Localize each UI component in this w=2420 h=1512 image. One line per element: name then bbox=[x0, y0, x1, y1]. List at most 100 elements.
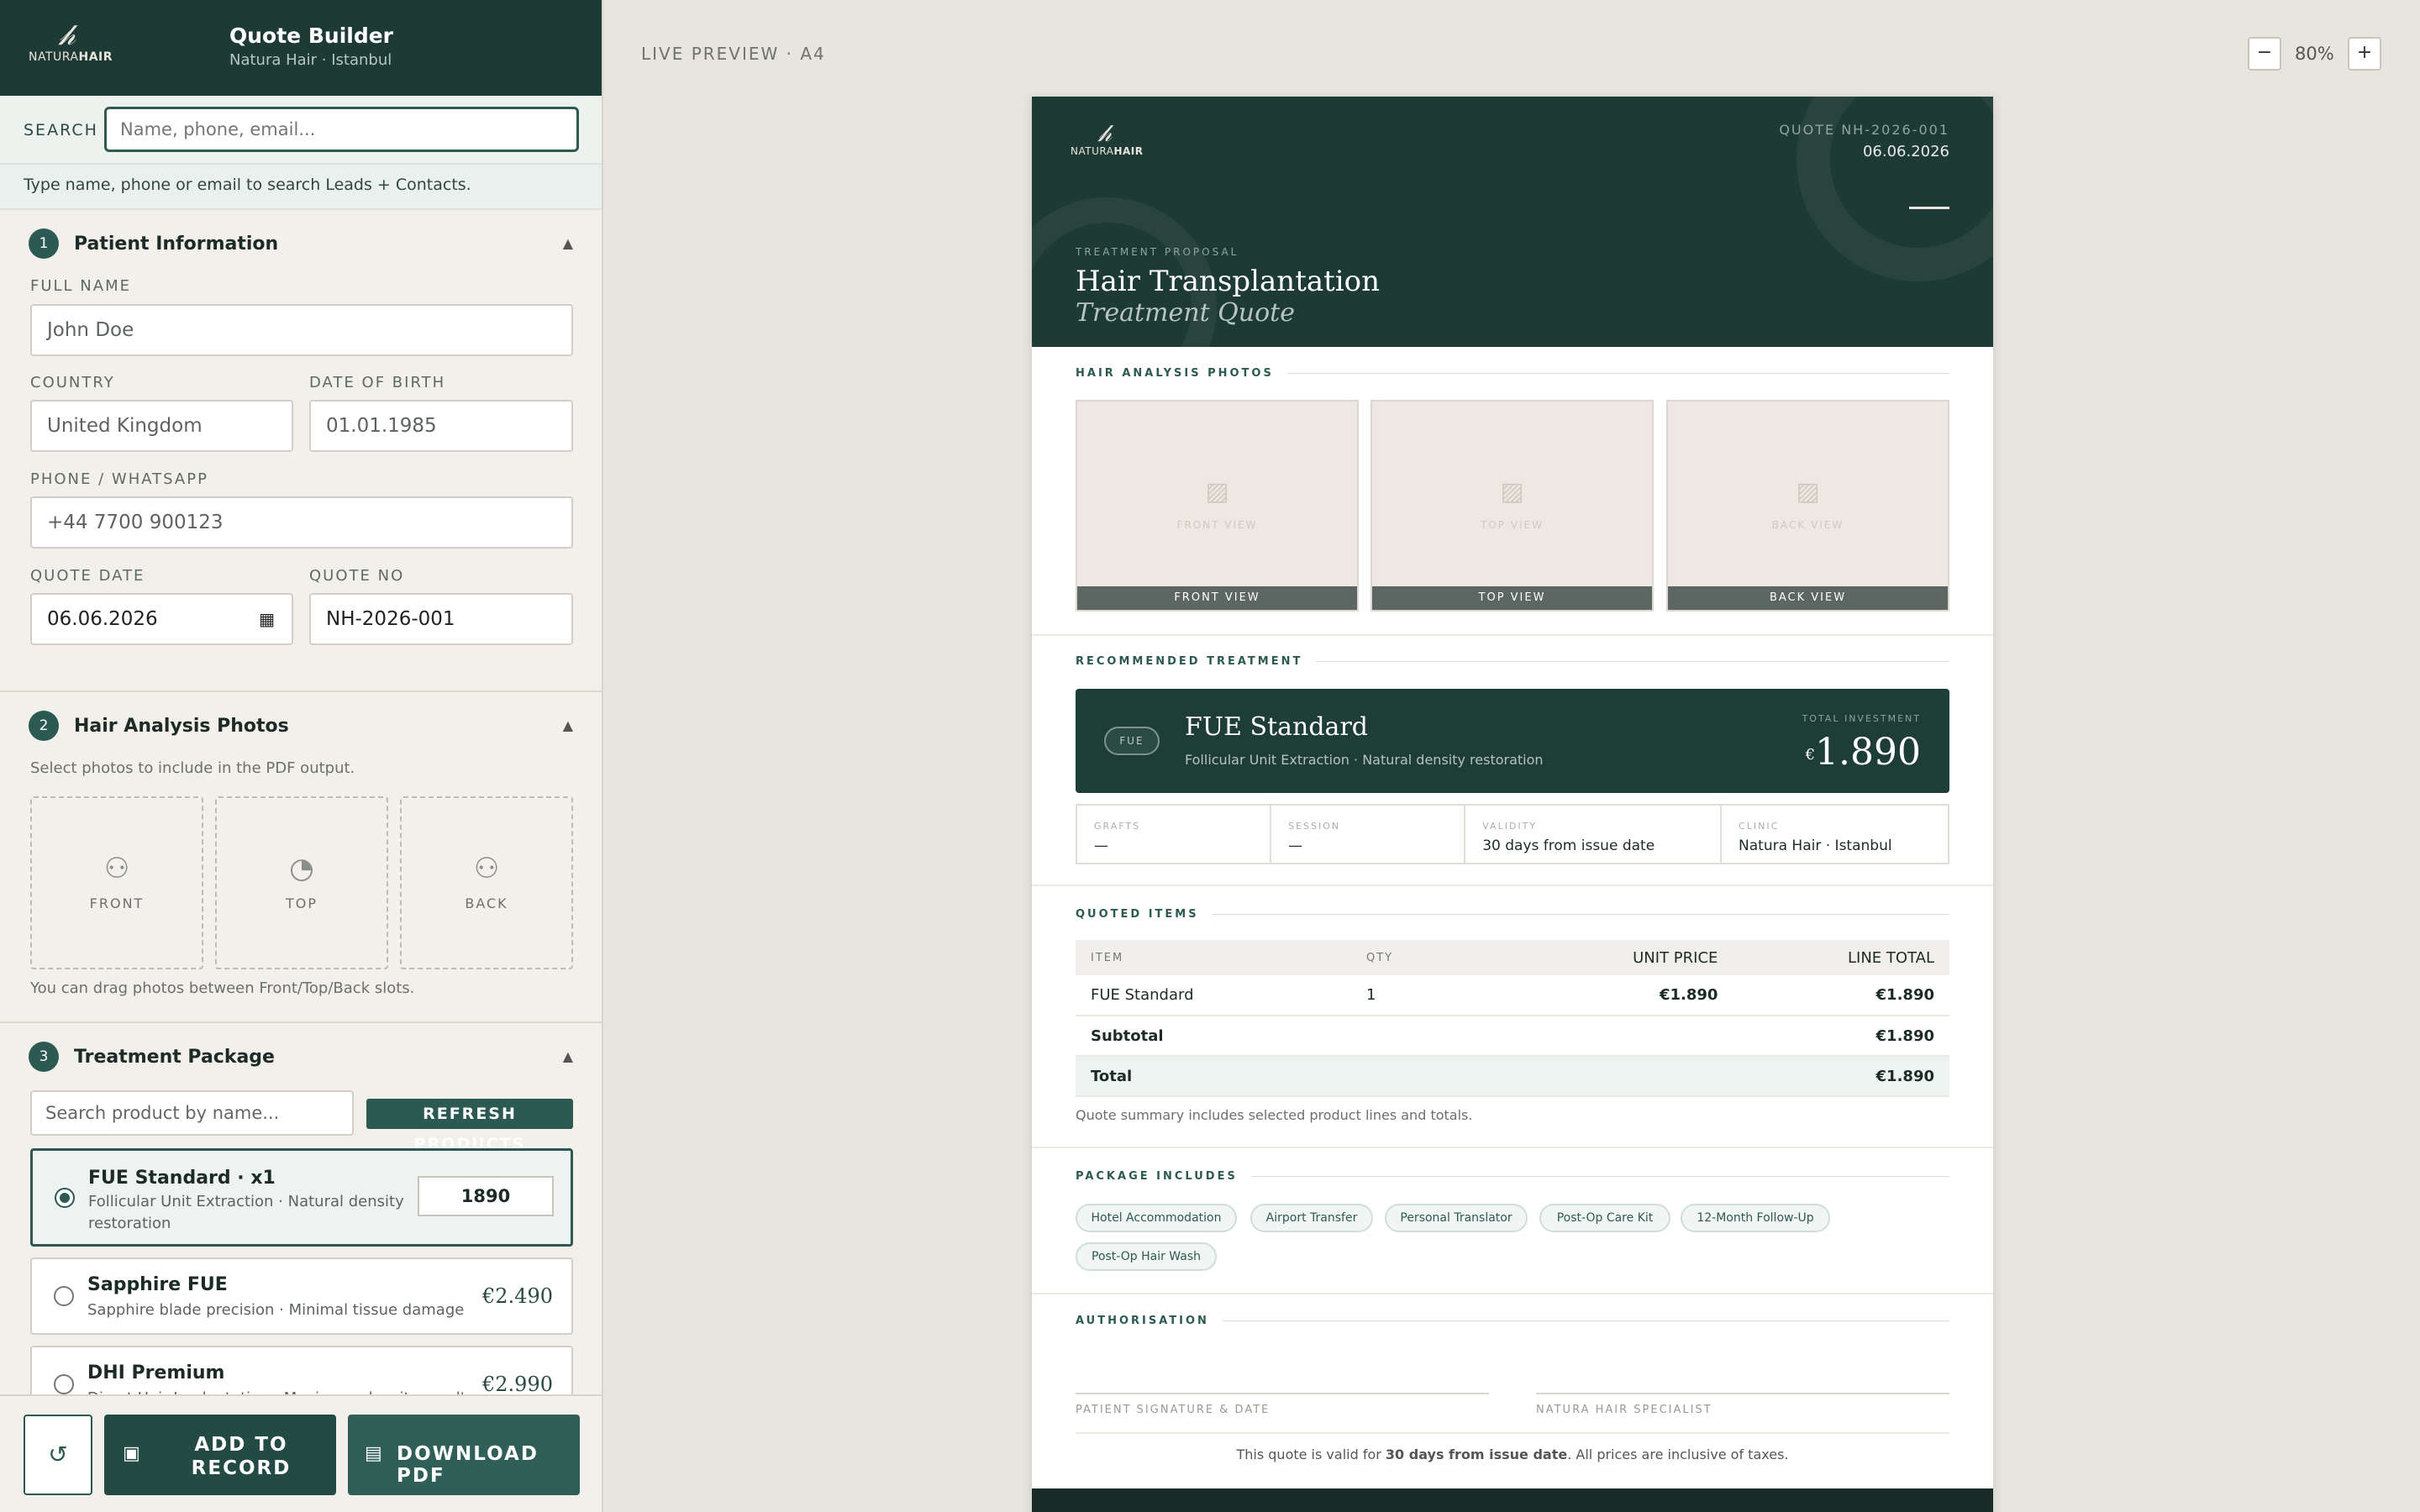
total-investment-value: €1.890 bbox=[1805, 731, 1921, 774]
photos-note: You can drag photos between Front/Top/Ba… bbox=[30, 979, 415, 997]
image-placeholder-icon: ▨ bbox=[1796, 477, 1820, 507]
dob-field[interactable]: 01.01.1985 bbox=[309, 400, 573, 452]
recommended-treatment-card: FUE FUE Standard Follicular Unit Extract… bbox=[1076, 689, 1949, 793]
search-hint: Type name, phone or email to search Lead… bbox=[0, 165, 602, 210]
search-label: SEARCH bbox=[24, 121, 98, 139]
divider bbox=[1032, 1147, 1993, 1148]
include-chip: Post-Op Care Kit bbox=[1539, 1204, 1670, 1232]
document-subtitle: Treatment Quote bbox=[1076, 298, 1295, 328]
treatment-description: Follicular Unit Extraction · Natural den… bbox=[1185, 752, 1544, 768]
treatment-meta: GRAFTS — SESSION — VALIDITY 30 days from is… bbox=[1076, 804, 1949, 864]
photos-description: Select photos to include in the PDF outp… bbox=[30, 759, 355, 777]
meta-session: SESSION — bbox=[1271, 806, 1466, 863]
include-chip: 12-Month Follow-Up bbox=[1681, 1204, 1830, 1232]
photo-slot-back[interactable]: ⚇ BACK bbox=[400, 796, 573, 969]
image-placeholder-icon: ▨ bbox=[1500, 477, 1524, 507]
quoted-items-table: ITEM QTY UNIT PRICE LINE TOTAL FUE Stand… bbox=[1076, 940, 1949, 1097]
specialist-signature-label: NATURA HAIR SPECIALIST bbox=[1536, 1404, 1712, 1416]
photo-slot-top[interactable]: ◔ TOP bbox=[215, 796, 388, 969]
document-title: Hair Transplantation bbox=[1076, 265, 1381, 298]
quote-date-field[interactable]: 06.06.2026 ▦ bbox=[30, 593, 293, 645]
save-icon: ▣ bbox=[123, 1443, 142, 1464]
photo-top-view: ▨ TOP VIEW TOP VIEW bbox=[1370, 400, 1654, 612]
phone-label: PHONE / WHATSAPP bbox=[30, 470, 208, 488]
photos-heading: HAIR ANALYSIS PHOTOS bbox=[1076, 367, 1949, 380]
document-icon: ▤ bbox=[365, 1443, 384, 1464]
full-name-label: FULL NAME bbox=[30, 277, 131, 295]
section-title: Patient Information bbox=[74, 233, 279, 255]
add-to-record-button[interactable]: ▣ ADD TO RECORD bbox=[104, 1415, 336, 1495]
product-search-input[interactable]: Search product by name... bbox=[30, 1090, 354, 1136]
brand-logo: 𝒽 NATURAHAIR bbox=[29, 18, 113, 64]
price-input[interactable]: 1890 bbox=[418, 1176, 554, 1216]
collapse-caret-icon[interactable]: ▲ bbox=[563, 235, 573, 251]
search-input[interactable] bbox=[104, 107, 579, 152]
divider bbox=[1076, 1432, 1949, 1434]
patient-signature-label: PATIENT SIGNATURE & DATE bbox=[1076, 1404, 1270, 1416]
treatment-name: FUE Standard bbox=[1185, 712, 1368, 742]
document-footer bbox=[1032, 1488, 1993, 1512]
panel-header: 𝒽 NATURAHAIR Quote Builder Natura Hair ·… bbox=[0, 0, 602, 96]
reset-button[interactable]: ↺ bbox=[24, 1415, 92, 1495]
table-row: FUE Standard 1 €1.890 €1.890 bbox=[1076, 975, 1949, 1016]
include-chip: Hotel Accommodation bbox=[1076, 1204, 1237, 1232]
full-name-field[interactable]: John Doe bbox=[30, 304, 573, 356]
dob-label: DATE OF BIRTH bbox=[309, 374, 446, 391]
product-option[interactable]: Sapphire FUE Sapphire blade precision · … bbox=[30, 1257, 573, 1335]
section-title: Hair Analysis Photos bbox=[74, 715, 289, 737]
zoom-in-button[interactable]: + bbox=[2348, 37, 2381, 71]
include-chip: Airport Transfer bbox=[1250, 1204, 1373, 1232]
zoom-level: 80% bbox=[2295, 44, 2334, 64]
radio-unselected[interactable] bbox=[54, 1286, 74, 1306]
action-bar: ↺ ▣ ADD TO RECORD ▤ DOWNLOAD PDF bbox=[0, 1394, 602, 1512]
download-pdf-button[interactable]: ▤ DOWNLOAD PDF bbox=[348, 1415, 580, 1495]
eyebrow: TREATMENT PROPOSAL bbox=[1076, 246, 1239, 258]
step-number: 3 bbox=[29, 1042, 59, 1072]
meta-grafts: GRAFTS — bbox=[1077, 806, 1272, 863]
image-placeholder-icon: ▨ bbox=[1205, 477, 1229, 507]
photo-front-view: ▨ FRONT VIEW FRONT VIEW bbox=[1076, 400, 1359, 612]
radio-unselected[interactable] bbox=[54, 1374, 74, 1394]
meta-validity: VALIDITY 30 days from issue date bbox=[1465, 806, 1723, 863]
include-chip: Personal Translator bbox=[1385, 1204, 1528, 1232]
search-bar: SEARCH bbox=[0, 96, 602, 165]
radio-selected[interactable] bbox=[55, 1188, 75, 1208]
quote-builder-panel: 𝒽 NATURAHAIR Quote Builder Natura Hair ·… bbox=[0, 0, 603, 1512]
items-heading: QUOTED ITEMS bbox=[1076, 908, 1949, 921]
total-investment-label: TOTAL INVESTMENT bbox=[1802, 713, 1921, 724]
treatment-badge: FUE bbox=[1104, 727, 1160, 755]
quote-date-label: QUOTE DATE bbox=[30, 567, 145, 585]
step-number: 2 bbox=[29, 711, 59, 741]
refresh-products-button[interactable]: REFRESH PRODUCTS bbox=[366, 1099, 573, 1153]
collapse-caret-icon[interactable]: ▲ bbox=[563, 1048, 573, 1064]
panel-subtitle: Natura Hair · Istanbul bbox=[229, 51, 392, 69]
authorisation-heading: AUTHORISATION bbox=[1076, 1315, 1949, 1327]
document-logo: 𝒽 NATURAHAIR bbox=[1071, 119, 1144, 158]
clock-icon: ◔ bbox=[289, 852, 314, 885]
divider bbox=[1032, 885, 1993, 886]
includes-heading: PACKAGE INCLUDES bbox=[1076, 1170, 1949, 1183]
phone-field[interactable]: +44 7700 900123 bbox=[30, 496, 573, 549]
recommended-heading: RECOMMENDED TREATMENT bbox=[1076, 655, 1949, 668]
preview-area: LIVE PREVIEW · A4 − 80% + 𝒽 NATURAHAIR Q… bbox=[605, 0, 2420, 1512]
person-icon: ⚇ bbox=[103, 852, 130, 885]
zoom-out-button[interactable]: − bbox=[2248, 37, 2281, 71]
signature-line bbox=[1076, 1393, 1489, 1394]
divider bbox=[1032, 634, 1993, 636]
subtotal-row: Subtotal €1.890 bbox=[1076, 1016, 1949, 1057]
section-header-photos[interactable]: 2 Hair Analysis Photos bbox=[29, 709, 289, 743]
photo-slot-front[interactable]: ⚇ FRONT bbox=[30, 796, 203, 969]
quote-no-label: QUOTE NO bbox=[309, 567, 405, 585]
divider bbox=[1032, 1293, 1993, 1294]
section-header-patient[interactable]: 1 Patient Information bbox=[29, 227, 278, 260]
patient-info-section: 1 Patient Information ▲ FULL NAME John D… bbox=[0, 210, 602, 692]
collapse-caret-icon[interactable]: ▲ bbox=[563, 717, 573, 733]
country-field[interactable]: United Kingdom bbox=[30, 400, 293, 452]
include-chip: Post-Op Hair Wash bbox=[1076, 1242, 1217, 1271]
product-option[interactable]: FUE Standard · x1 Follicular Unit Extrac… bbox=[30, 1148, 573, 1247]
section-header-treatment[interactable]: 3 Treatment Package bbox=[29, 1040, 275, 1074]
table-header: ITEM QTY UNIT PRICE LINE TOTAL bbox=[1076, 940, 1949, 975]
quote-no-field[interactable]: NH-2026-001 bbox=[309, 593, 573, 645]
calendar-icon[interactable]: ▦ bbox=[259, 595, 275, 643]
panel-title: Quote Builder bbox=[229, 24, 394, 48]
